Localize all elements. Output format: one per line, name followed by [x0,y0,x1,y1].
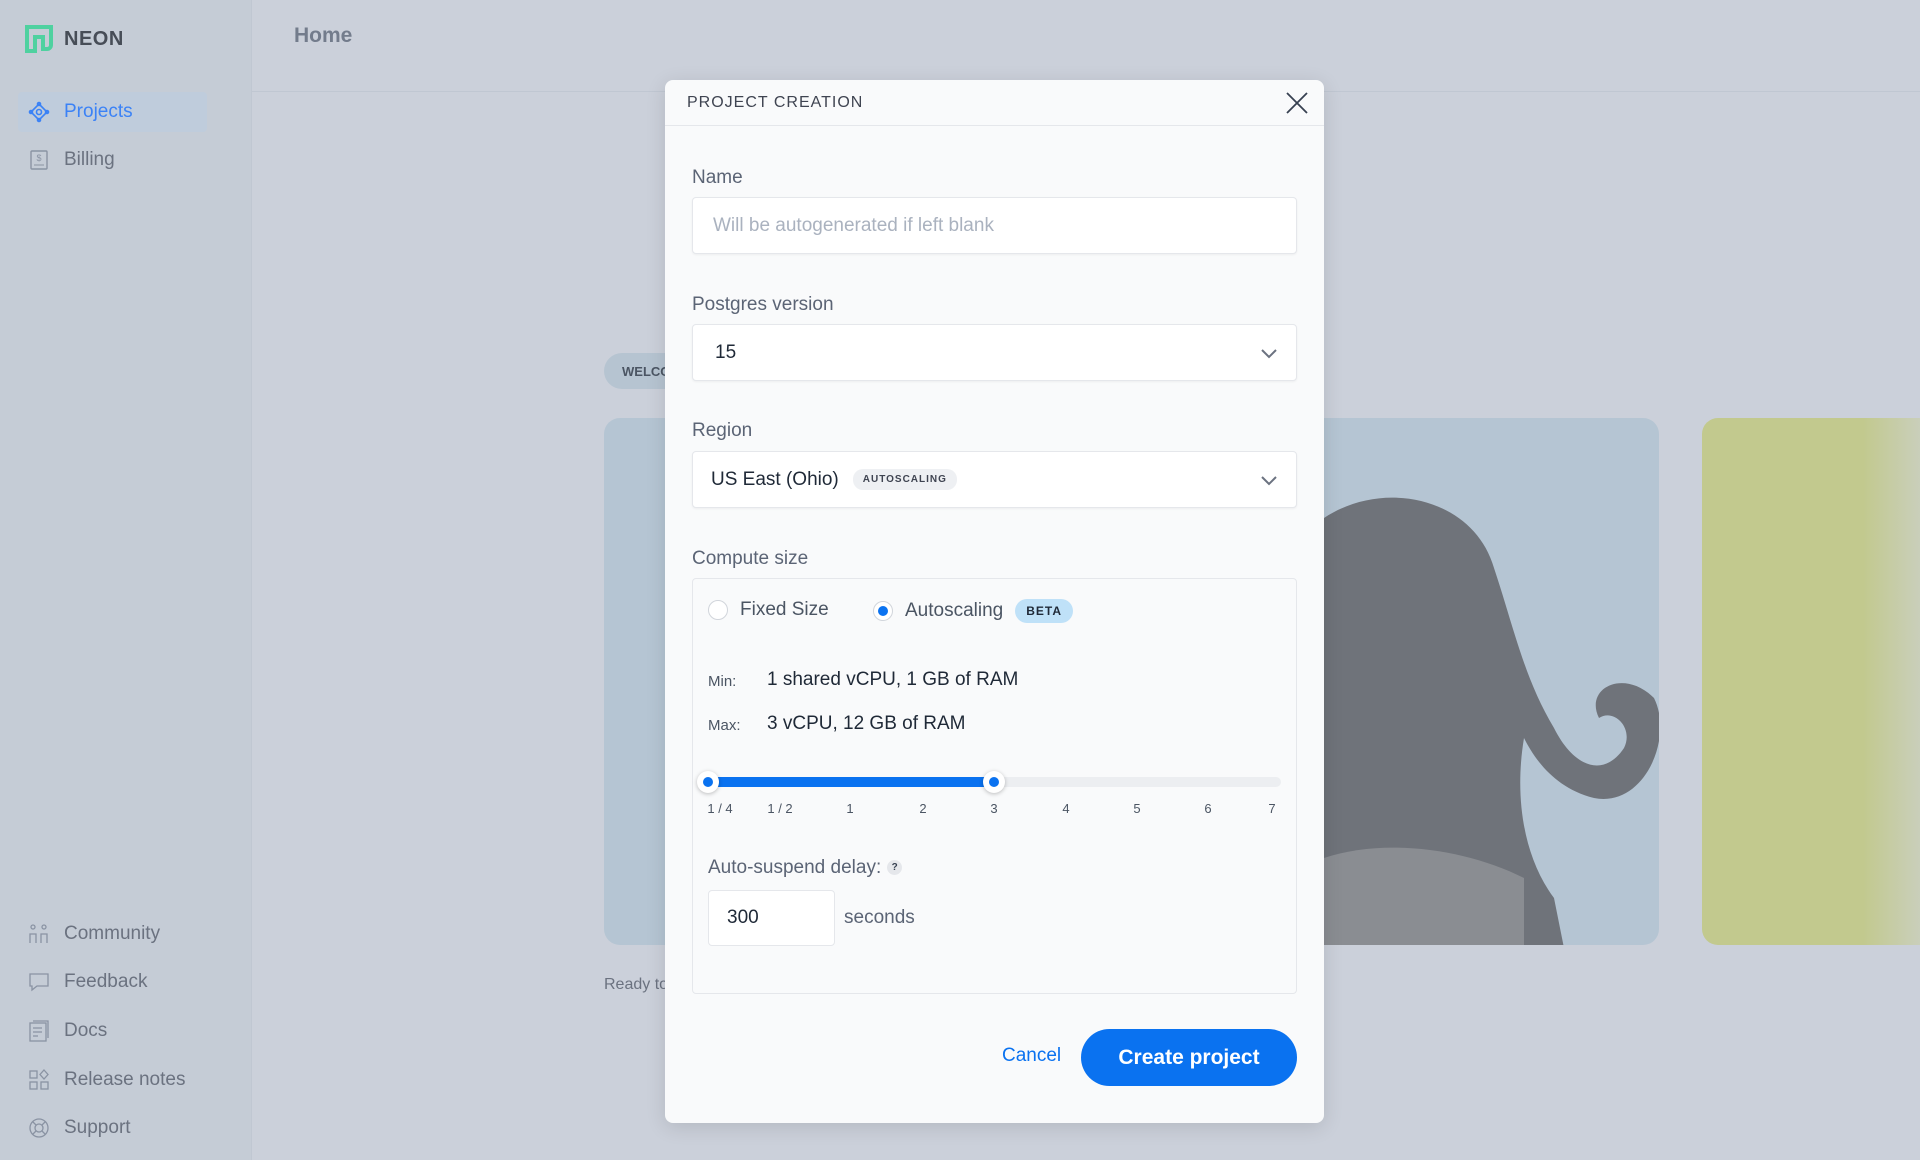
region-select[interactable]: US East (Ohio) AUTOSCALING [692,451,1297,508]
sidebar-item-community[interactable]: Community [18,914,207,954]
feedback-icon [29,973,49,992]
sidebar-item-label: Support [64,1117,131,1138]
sidebar-item-docs[interactable]: Docs [18,1011,207,1051]
billing-icon: $ [30,150,48,170]
sidebar-item-billing[interactable]: $ Billing [18,140,207,180]
auto-suspend-label: Auto-suspend delay:? [708,857,903,879]
name-input[interactable] [713,214,1296,237]
slider-tick-label: 2 [919,801,927,816]
sidebar-item-label: Projects [64,101,133,122]
min-value: 1 shared vCPU, 1 GB of RAM [767,669,1019,690]
sidebar-item-feedback[interactable]: Feedback [18,962,207,1002]
chevron-down-icon [1261,476,1277,486]
auto-suspend-input[interactable]: 300 [708,890,835,946]
sidebar-item-projects[interactable]: Projects [18,92,207,132]
support-icon [29,1118,49,1138]
max-value: 3 vCPU, 12 GB of RAM [767,713,966,734]
brand-name: NEON [64,27,124,50]
project-creation-modal: PROJECT CREATION Name Postgres version 1… [665,80,1324,1123]
sidebar-item-label: Docs [64,1020,108,1041]
slider-tick-label: 5 [1133,801,1141,816]
sidebar: NEON Projects $ Billing Community Feedba… [0,0,252,1160]
ready-text: Ready to [604,976,669,993]
compute-size-label: Compute size [692,548,809,569]
projects-icon [28,101,50,123]
sidebar-item-label: Release notes [64,1069,186,1090]
sidebar-item-support[interactable]: Support [18,1108,207,1148]
region-value: US East (Ohio) [711,468,839,490]
promo-card [1702,418,1920,945]
modal-title: PROJECT CREATION [687,93,864,111]
chevron-down-icon [1261,349,1277,359]
slider-min-handle[interactable] [697,771,719,793]
radio-button[interactable] [873,601,893,621]
neon-logo-icon [25,25,53,53]
sidebar-item-label: Feedback [64,971,148,992]
create-project-button[interactable]: Create project [1081,1029,1297,1086]
autoscaling-radio[interactable]: Autoscaling BETA [873,599,1074,623]
autoscaling-badge: AUTOSCALING [852,469,957,490]
neon-logo[interactable]: NEON [24,24,124,54]
sidebar-item-release-notes[interactable]: Release notes [18,1060,207,1100]
compute-size-panel: Fixed Size Autoscaling BETA Min: 1 share… [692,578,1297,994]
postgres-version-value: 15 [715,341,737,363]
auto-suspend-label-text: Auto-suspend delay: [708,857,882,878]
release-notes-icon [29,1069,49,1090]
svg-text:$: $ [36,153,41,163]
help-icon[interactable]: ? [887,860,903,876]
slider-tick-label: 7 [1268,801,1276,816]
radio-button[interactable] [708,600,728,620]
radio-label: Autoscaling [905,600,1004,621]
page-title: Home [294,24,353,47]
radio-label: Fixed Size [740,599,829,620]
name-label: Name [692,167,743,188]
slider-tick-label: 3 [990,801,998,816]
postgres-version-label: Postgres version [692,294,834,315]
slider-max-handle[interactable] [983,771,1005,793]
slider-tick-label: 4 [1062,801,1070,816]
slider-fill [708,777,994,787]
cancel-button[interactable]: Cancel [1002,1045,1061,1067]
fixed-size-radio[interactable]: Fixed Size [708,599,829,621]
sidebar-item-label: Community [64,923,161,944]
elephant-illustration [1324,497,1659,945]
postgres-version-select[interactable]: 15 [692,324,1297,381]
community-icon [29,924,48,943]
max-label: Max: [708,717,741,734]
seconds-unit: seconds [844,907,915,928]
region-label: Region [692,420,753,441]
slider-tick-label: 1 / 2 [767,801,793,816]
close-icon[interactable] [1284,90,1310,116]
slider-tick-label: 1 [846,801,854,816]
name-field[interactable] [692,197,1297,254]
compute-range-slider[interactable] [697,771,1281,793]
sidebar-item-label: Billing [64,149,115,170]
slider-tick-label: 6 [1204,801,1212,816]
min-label: Min: [708,673,737,690]
slider-tick-label: 1 / 4 [707,801,733,816]
beta-badge: BETA [1015,599,1074,623]
header [252,0,1920,92]
docs-icon [29,1020,49,1042]
